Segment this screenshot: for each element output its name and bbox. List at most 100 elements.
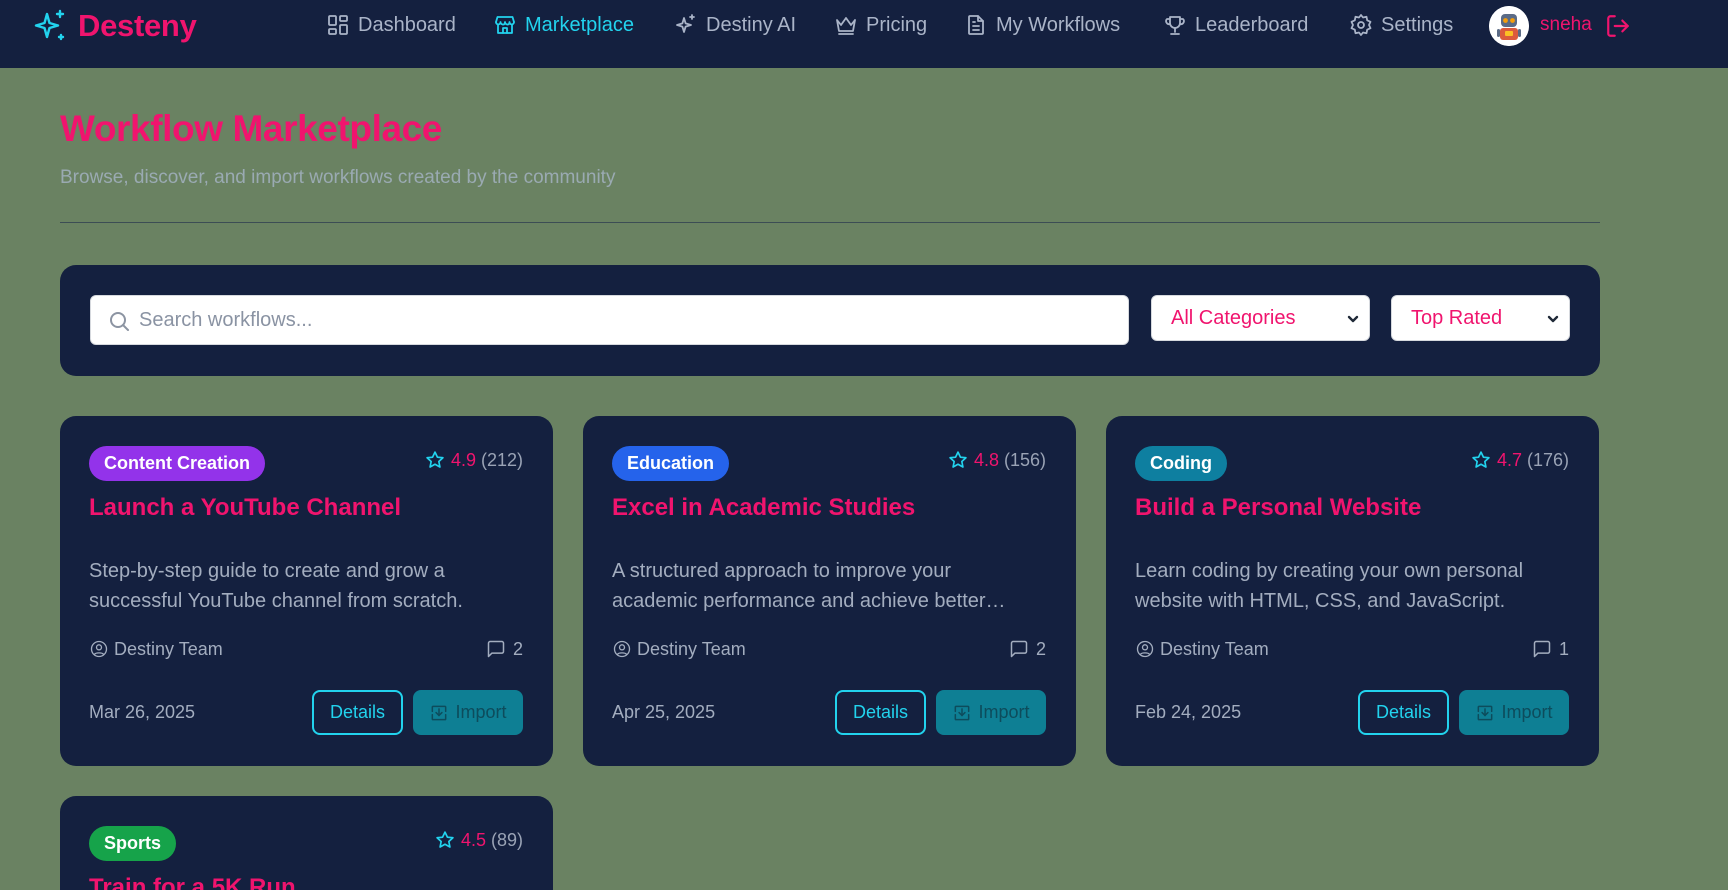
nav-settings[interactable]: Settings (1349, 11, 1453, 39)
card-title[interactable]: Build a Personal Website (1135, 494, 1421, 522)
comments-value: 1 (1558, 638, 1569, 659)
details-button[interactable]: Details (835, 690, 926, 735)
author: Destiny Team (1135, 638, 1269, 660)
page-subtitle: Browse, discover, and import workflows c… (60, 167, 616, 188)
comments-value: 2 (512, 638, 523, 659)
star-icon (425, 450, 445, 470)
card-date: Apr 25, 2025 (612, 702, 716, 722)
nav-marketplace[interactable]: Marketplace (493, 11, 634, 39)
category-select-value: All Categories (1171, 306, 1296, 329)
comments-count: 1 (1532, 638, 1569, 660)
rating: 4.8 (156) (948, 449, 1046, 471)
nav-leaderboard[interactable]: Leaderboard (1163, 11, 1308, 39)
comments-count: 2 (1009, 638, 1046, 660)
crown-icon (836, 17, 856, 35)
author: Destiny Team (612, 638, 746, 660)
author-name: Destiny Team (114, 638, 223, 659)
header-divider (60, 222, 1600, 223)
card-description: Step-by-step guide to create and grow a … (89, 560, 463, 612)
user-circle-icon (90, 640, 108, 658)
logout-icon[interactable] (1605, 13, 1631, 39)
username[interactable]: sneha (1540, 14, 1592, 36)
brand-logo[interactable]: Desteny (32, 8, 197, 44)
author-name: Destiny Team (1160, 638, 1269, 659)
workflow-card: Coding 4.7 (176) Build a Personal Websit… (1106, 416, 1599, 766)
search-icon (107, 309, 131, 333)
import-icon (955, 705, 970, 720)
file-text-icon (968, 15, 984, 35)
rating: 4.5 (89) (435, 829, 523, 851)
author-name: Destiny Team (637, 638, 746, 659)
category-badge: Coding (1135, 446, 1227, 481)
card-title[interactable]: Excel in Academic Studies (612, 494, 915, 522)
page-title: Workflow Marketplace (60, 108, 442, 149)
top-navbar: Desteny Dashboard Marketplace Destiny AI… (0, 0, 1728, 68)
card-title[interactable]: Train for a 5K Run (89, 874, 296, 890)
details-button[interactable]: Details (1358, 690, 1449, 735)
rating-value: 4.9 (450, 449, 476, 470)
import-icon (1478, 705, 1493, 720)
import-label: Import (455, 702, 507, 722)
category-badge: Sports (89, 826, 177, 861)
search-input[interactable] (139, 296, 1109, 344)
rating-value: 4.7 (1496, 449, 1522, 470)
user-circle-icon (613, 640, 631, 658)
store-icon (495, 16, 515, 34)
import-button[interactable]: Import (936, 690, 1046, 735)
rating: 4.9 (212) (425, 449, 523, 471)
import-label: Import (978, 702, 1030, 722)
card-date: Mar 26, 2025 (89, 702, 196, 722)
nav-dashboard-label: Dashboard (358, 13, 456, 36)
trophy-icon (1165, 16, 1185, 35)
filter-bar: All Categories Top Rated (60, 265, 1600, 376)
user-circle-icon (1136, 640, 1154, 658)
comment-icon (1533, 640, 1551, 658)
nav-destiny-ai[interactable]: Destiny AI (674, 11, 796, 39)
card-title[interactable]: Launch a YouTube Channel (89, 494, 401, 522)
nav-destiny-ai-label: Destiny AI (706, 13, 797, 36)
search-box (90, 295, 1129, 345)
user-avatar[interactable] (1489, 6, 1529, 46)
author: Destiny Team (89, 638, 223, 660)
rating-count: (212) (480, 449, 523, 470)
chevron-down-icon (1345, 310, 1361, 326)
rating-count: (156) (1003, 449, 1046, 470)
sort-select-value: Top Rated (1411, 306, 1503, 329)
brand-name: Desteny (78, 8, 197, 43)
import-icon (432, 705, 447, 720)
import-button[interactable]: Import (1459, 690, 1569, 735)
comment-icon (487, 640, 505, 658)
rating: 4.7 (176) (1471, 449, 1569, 471)
rating-count: (176) (1526, 449, 1569, 470)
dashboard-icon (328, 15, 348, 35)
nav-my-workflows-label: My Workflows (996, 13, 1121, 36)
nav-pricing[interactable]: Pricing (834, 11, 927, 39)
category-badge: Education (612, 446, 730, 481)
details-button[interactable]: Details (312, 690, 403, 735)
rating-count: (89) (490, 829, 523, 850)
import-label: Import (1501, 702, 1553, 722)
star-icon (1471, 450, 1491, 470)
rating-value: 4.5 (460, 829, 486, 850)
nav-leaderboard-label: Leaderboard (1195, 13, 1309, 36)
workflow-card: Sports 4.5 (89) Train for a 5K Run (60, 796, 553, 890)
nav-marketplace-label: Marketplace (525, 13, 634, 36)
chevron-down-icon (1545, 310, 1561, 326)
nav-my-workflows[interactable]: My Workflows (964, 11, 1120, 39)
nav-dashboard[interactable]: Dashboard (326, 11, 456, 39)
card-description: Learn coding by creating your own person… (1135, 560, 1524, 612)
gear-icon (1350, 14, 1372, 36)
comments-value: 2 (1035, 638, 1046, 659)
sort-select[interactable]: Top Rated (1391, 295, 1570, 341)
card-description: A structured approach to improve your ac… (612, 560, 986, 612)
category-badge: Content Creation (89, 446, 265, 481)
comment-icon (1010, 640, 1028, 658)
import-button[interactable]: Import (413, 690, 523, 735)
rating-value: 4.8 (973, 449, 999, 470)
star-icon (435, 830, 455, 850)
nav-pricing-label: Pricing (866, 13, 928, 36)
workflow-card: Education 4.8 (156) Excel in Academic St… (583, 416, 1076, 766)
category-select[interactable]: All Categories (1151, 295, 1370, 341)
sparkles-logo-icon (32, 8, 68, 44)
comments-count: 2 (486, 638, 523, 660)
